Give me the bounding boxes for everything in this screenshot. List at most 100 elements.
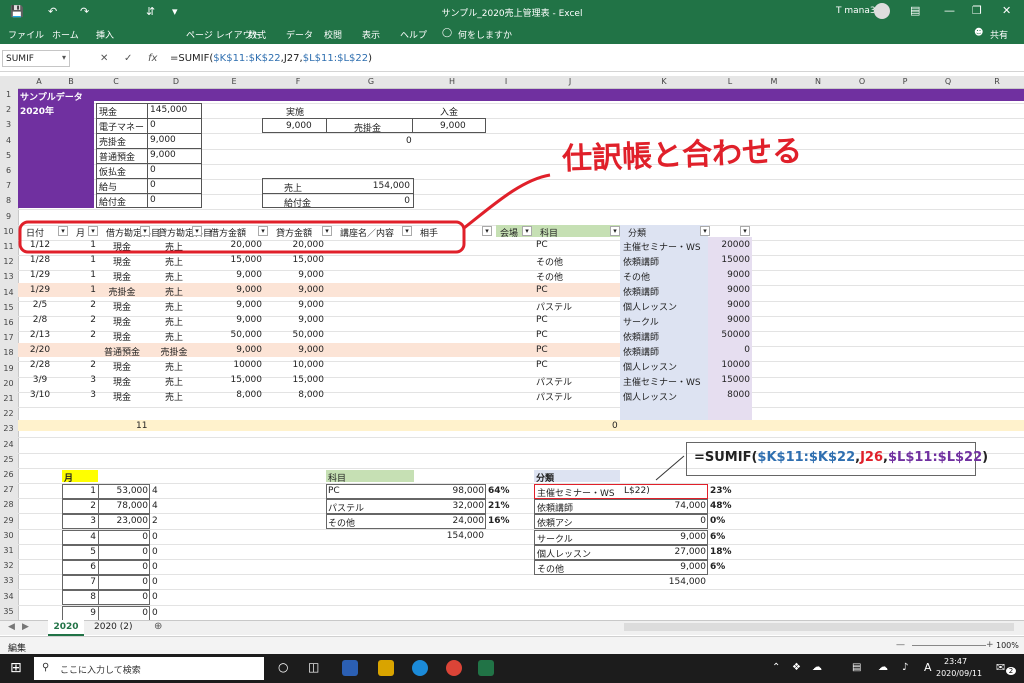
- zoom-out-icon[interactable]: —: [896, 640, 905, 650]
- cell-date[interactable]: 2/13: [20, 330, 60, 340]
- cell-debit[interactable]: 現金: [92, 240, 152, 253]
- cell-category[interactable]: 依頼講師: [623, 330, 659, 343]
- windows-start-icon[interactable]: ⊞: [10, 660, 22, 676]
- cell-date[interactable]: 3/10: [20, 390, 60, 400]
- cell-amount[interactable]: 9000: [708, 285, 750, 295]
- row-header[interactable]: 24: [0, 440, 17, 449]
- cell-credit[interactable]: 売上: [146, 375, 202, 388]
- dropbox-icon[interactable]: ❖: [792, 662, 801, 673]
- cell-debit[interactable]: 現金: [92, 255, 152, 268]
- column-header[interactable]: O: [840, 77, 884, 86]
- row-header[interactable]: 35: [0, 607, 17, 616]
- cell-debit-amount[interactable]: 8,000: [204, 390, 262, 400]
- row-header[interactable]: 26: [0, 470, 17, 479]
- zoom-level[interactable]: 100%: [996, 641, 1019, 650]
- row-header[interactable]: 17: [0, 333, 17, 342]
- month-value[interactable]: 0: [100, 562, 148, 572]
- month-value[interactable]: 23,000: [100, 516, 149, 526]
- cell-date[interactable]: 1/29: [20, 285, 60, 295]
- month-count[interactable]: 2: [152, 516, 158, 526]
- category-name[interactable]: サークル: [537, 532, 573, 545]
- cell-amount[interactable]: 0: [708, 345, 750, 355]
- column-header[interactable]: E: [202, 77, 266, 86]
- cell-debit-amount[interactable]: 15,000: [204, 375, 263, 385]
- cell-subject[interactable]: PC: [536, 360, 548, 370]
- row-header[interactable]: 21: [0, 394, 17, 403]
- cell-debit-amount[interactable]: 15,000: [204, 255, 263, 265]
- cell-subject[interactable]: パステル: [536, 300, 572, 313]
- cell-debit[interactable]: 現金: [92, 330, 152, 343]
- cell-credit[interactable]: 売上: [146, 300, 202, 313]
- cell-debit[interactable]: 現金: [92, 270, 152, 283]
- sheet-prev-icon[interactable]: ◀: [8, 622, 15, 632]
- month-value[interactable]: 0: [100, 608, 148, 618]
- cell-debit[interactable]: 現金: [92, 315, 152, 328]
- column-header[interactable]: K: [620, 77, 708, 86]
- cell-category[interactable]: その他: [623, 270, 650, 283]
- add-sheet-icon[interactable]: ⊕: [154, 621, 162, 632]
- row-header[interactable]: 27: [0, 485, 17, 494]
- filter-dropdown-icon[interactable]: ▾: [140, 226, 150, 236]
- month-number[interactable]: 3: [62, 516, 96, 526]
- category-value[interactable]: L$22): [624, 486, 690, 496]
- row-header[interactable]: 16: [0, 318, 17, 327]
- cell-date[interactable]: 2/20: [20, 345, 60, 355]
- cell-date[interactable]: 1/28: [20, 255, 60, 265]
- cell-credit[interactable]: 売上: [146, 270, 202, 283]
- row-header[interactable]: 7: [0, 181, 17, 190]
- taskbar-search[interactable]: ⚲ ここに入力して検索: [34, 657, 264, 680]
- month-number[interactable]: 5: [62, 547, 96, 557]
- row-header[interactable]: 34: [0, 592, 17, 601]
- column-header[interactable]: C: [82, 77, 150, 86]
- todo-app-icon[interactable]: [342, 660, 358, 676]
- cell-month[interactable]: 3: [62, 375, 96, 385]
- cell-credit[interactable]: 売上: [146, 315, 202, 328]
- filter-dropdown-icon[interactable]: ▾: [482, 226, 492, 236]
- month-value[interactable]: 0: [100, 532, 148, 542]
- filter-dropdown-icon[interactable]: ▾: [88, 226, 98, 236]
- month-number[interactable]: 6: [62, 562, 96, 572]
- cell-subject[interactable]: パステル: [536, 390, 572, 403]
- cell-month[interactable]: 2: [62, 300, 96, 310]
- column-header[interactable]: R: [970, 77, 1024, 86]
- cell-debit[interactable]: 現金: [92, 375, 152, 388]
- subject-percent[interactable]: 16%: [488, 516, 510, 526]
- cell-debit[interactable]: 現金: [92, 390, 152, 403]
- cell-credit-amount[interactable]: 50,000: [266, 330, 325, 340]
- cell-category[interactable]: 主催セミナー・WS: [623, 375, 701, 388]
- category-value[interactable]: 9,000: [640, 562, 706, 572]
- cell-credit[interactable]: 売上: [146, 390, 202, 403]
- category-name[interactable]: 依頼講師: [537, 501, 573, 514]
- row-header[interactable]: 5: [0, 151, 17, 160]
- cell-credit[interactable]: 売上: [146, 330, 202, 343]
- clock-date[interactable]: 2020/09/11: [936, 669, 982, 678]
- column-header[interactable]: P: [884, 77, 926, 86]
- category-name[interactable]: 依頼アシ: [537, 516, 573, 529]
- row-header[interactable]: 19: [0, 364, 17, 373]
- row-header[interactable]: 30: [0, 531, 17, 540]
- month-number[interactable]: 4: [62, 532, 96, 542]
- tab-insert[interactable]: 挿入: [96, 28, 114, 41]
- filter-dropdown-icon[interactable]: ▾: [700, 226, 710, 236]
- cell-debit-amount[interactable]: 20,000: [204, 240, 263, 250]
- cell-amount[interactable]: 15000: [708, 375, 750, 385]
- restore-icon[interactable]: ❐: [972, 4, 982, 17]
- column-header[interactable]: A: [18, 77, 60, 86]
- row-header[interactable]: 15: [0, 303, 17, 312]
- category-value[interactable]: 9,000: [640, 532, 706, 542]
- cell-credit[interactable]: 売掛金: [146, 345, 202, 358]
- cell-category[interactable]: サークル: [623, 315, 659, 328]
- file-explorer-icon[interactable]: [378, 660, 394, 676]
- tab-formulas[interactable]: 数式: [248, 28, 266, 41]
- cell-month[interactable]: 1: [62, 240, 96, 250]
- row-header[interactable]: 28: [0, 500, 17, 509]
- row-header[interactable]: 11: [0, 242, 17, 251]
- cancel-icon[interactable]: ✕: [100, 53, 108, 64]
- cell-debit-amount[interactable]: 9,000: [204, 315, 262, 325]
- month-value[interactable]: 0: [100, 592, 148, 602]
- filter-dropdown-icon[interactable]: ▾: [610, 226, 620, 236]
- cell-credit-amount[interactable]: 9,000: [266, 270, 324, 280]
- enter-icon[interactable]: ✓: [124, 53, 132, 64]
- filter-dropdown-icon[interactable]: ▾: [402, 226, 412, 236]
- subject-name[interactable]: その他: [328, 516, 355, 529]
